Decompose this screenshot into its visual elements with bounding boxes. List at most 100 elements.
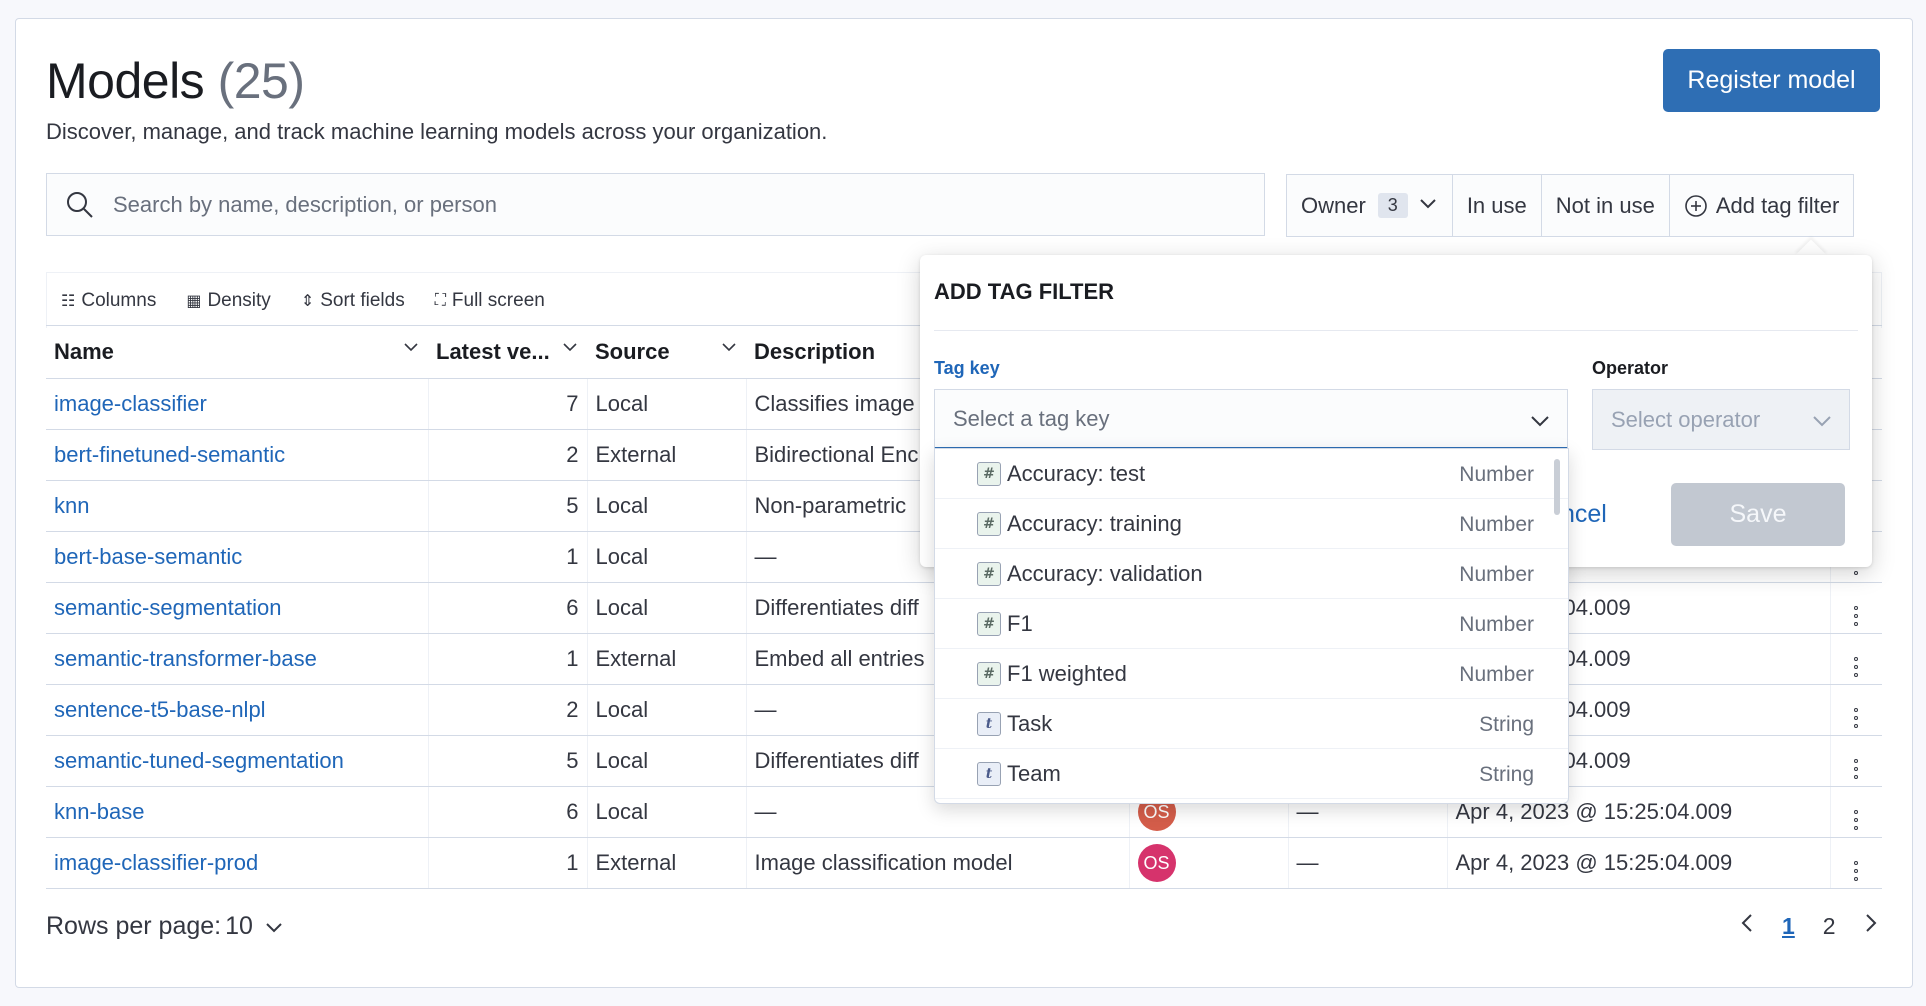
in-use-filter-button[interactable]: In use	[1453, 175, 1542, 236]
owner-count-badge: 3	[1377, 193, 1408, 218]
search-bar[interactable]	[46, 173, 1265, 236]
table-row[interactable]: image-classifier-prod 1 External Image clas…	[46, 837, 1882, 889]
row-actions-cell[interactable]	[1829, 684, 1882, 736]
model-name-link[interactable]: image-classifier	[46, 378, 428, 430]
source-cell: Local	[586, 531, 746, 583]
more-actions-icon[interactable]	[1854, 810, 1859, 830]
tag-key-select[interactable]: Select a tag key	[934, 389, 1568, 450]
model-count: (25)	[217, 53, 305, 109]
add-tag-filter-button[interactable]: Add tag filter	[1670, 175, 1854, 236]
owner-filter-label: Owner	[1301, 192, 1366, 218]
model-name-link[interactable]: semantic-transformer-base	[46, 633, 428, 685]
source-cell: Local	[586, 684, 746, 736]
tag-key-option-label: Accuracy: validation	[1007, 560, 1203, 586]
tag-key-option-label: Task	[1007, 710, 1053, 736]
tag-key-option[interactable]: # Accuracy: test Number	[935, 449, 1568, 499]
pagination: 1 2	[1740, 912, 1878, 940]
column-header-name[interactable]: Name	[46, 325, 428, 379]
source-cell: External	[586, 429, 746, 481]
model-name-link[interactable]: bert-base-semantic	[46, 531, 428, 583]
full-screen-button[interactable]: ⛶ Full screen	[435, 290, 545, 312]
latest-version-cell: 1	[427, 633, 587, 685]
tag-key-option-type: Number	[1459, 463, 1534, 486]
row-actions-cell[interactable]	[1829, 837, 1882, 889]
page-2-button[interactable]: 2	[1823, 913, 1836, 940]
more-actions-icon[interactable]	[1854, 657, 1859, 677]
tag-key-option[interactable]: t Team String	[935, 749, 1568, 799]
tag-key-option[interactable]: # F1 Number	[935, 599, 1568, 649]
avatar[interactable]: OS	[1137, 844, 1176, 882]
operator-select[interactable]: Select operator	[1592, 389, 1850, 450]
register-model-button[interactable]: Register model	[1663, 49, 1880, 112]
chevron-down-icon	[722, 343, 736, 352]
latest-version-cell: 7	[427, 378, 587, 430]
full-screen-label: Full screen	[451, 289, 545, 311]
filter-group: Owner 3 In use Not in use Add tag filter	[1286, 174, 1855, 237]
row-actions-cell[interactable]	[1829, 786, 1882, 838]
model-name-link[interactable]: semantic-segmentation	[46, 582, 428, 634]
tag-key-option-type: String	[1479, 763, 1534, 786]
rows-per-page-label: Rows per page:	[46, 912, 222, 940]
source-cell: Local	[586, 480, 746, 532]
latest-version-cell: 5	[427, 735, 587, 787]
source-cell: Local	[586, 786, 746, 838]
column-header-source[interactable]: Source	[587, 325, 746, 379]
plus-circle-icon	[1684, 194, 1708, 218]
not-in-use-filter-button[interactable]: Not in use	[1542, 175, 1670, 236]
source-cell: External	[586, 633, 746, 685]
owner-filter-button[interactable]: Owner 3	[1287, 175, 1453, 236]
string-token-icon: t	[977, 761, 1001, 786]
row-actions-cell[interactable]	[1829, 633, 1882, 685]
next-page-icon[interactable]	[1864, 912, 1878, 940]
chevron-down-icon	[1813, 416, 1831, 427]
tag-key-option[interactable]: # F1 weighted Number	[935, 649, 1568, 699]
tag-key-option-type: Number	[1459, 563, 1534, 586]
tag-key-placeholder: Select a tag key	[953, 405, 1110, 431]
tag-key-dropdown: # Accuracy: test Number # Accuracy: training…	[934, 448, 1569, 804]
chevron-down-icon	[563, 343, 577, 352]
latest-version-cell: 2	[427, 684, 587, 736]
chevron-down-icon	[265, 918, 283, 936]
dropdown-scrollbar[interactable]	[1554, 459, 1560, 515]
search-icon	[64, 189, 96, 221]
description-cell: Image classification model	[745, 837, 1129, 889]
tags-cell: —	[1287, 837, 1447, 889]
tag-key-option-label: Accuracy: test	[1007, 460, 1146, 486]
model-name-link[interactable]: image-classifier-prod	[46, 837, 428, 889]
tag-key-option-label: Team	[1007, 760, 1061, 786]
tag-key-option-label: F1	[1007, 610, 1033, 636]
model-name-link[interactable]: sentence-t5-base-nlpl	[46, 684, 428, 736]
add-tag-filter-label: Add tag filter	[1715, 192, 1840, 218]
search-input[interactable]	[111, 190, 1215, 219]
popover-divider	[934, 330, 1858, 331]
tag-key-option[interactable]: # Accuracy: training Number	[935, 499, 1568, 549]
columns-button[interactable]: ☷ Columns	[61, 290, 156, 312]
sort-fields-button[interactable]: ⇕ Sort fields	[301, 290, 405, 312]
row-actions-cell[interactable]	[1829, 582, 1882, 634]
source-cell: Local	[586, 378, 746, 430]
save-button[interactable]: Save	[1671, 483, 1845, 546]
rows-per-page-button[interactable]: Rows per page: 10	[46, 912, 283, 941]
tag-key-option[interactable]: # Accuracy: validation Number	[935, 549, 1568, 599]
model-name-link[interactable]: knn-base	[46, 786, 428, 838]
row-actions-cell[interactable]	[1829, 735, 1882, 787]
more-actions-icon[interactable]	[1854, 759, 1859, 779]
more-actions-icon[interactable]	[1854, 606, 1859, 626]
number-token-icon: #	[977, 511, 1001, 536]
page-title: Models (25)	[46, 52, 305, 110]
previous-page-icon[interactable]	[1740, 912, 1754, 940]
density-button[interactable]: ▦ Density	[186, 290, 270, 312]
full-screen-icon: ⛶	[434, 291, 446, 309]
popover-title: ADD TAG FILTER	[934, 279, 1115, 304]
tag-key-option[interactable]: t Task String	[935, 699, 1568, 749]
more-actions-icon[interactable]	[1854, 708, 1859, 728]
model-name-link[interactable]: semantic-tuned-segmentation	[46, 735, 428, 787]
column-header-latest-version[interactable]: Latest ve...	[428, 325, 587, 379]
model-name-link[interactable]: knn	[46, 480, 428, 532]
operator-placeholder: Select operator	[1611, 406, 1761, 432]
model-name-link[interactable]: bert-finetuned-semantic	[46, 429, 428, 481]
sort-icon: ⇕	[300, 292, 315, 310]
more-actions-icon[interactable]	[1854, 861, 1859, 881]
page-1-button[interactable]: 1	[1782, 913, 1795, 940]
column-header-label: Source	[595, 339, 670, 364]
